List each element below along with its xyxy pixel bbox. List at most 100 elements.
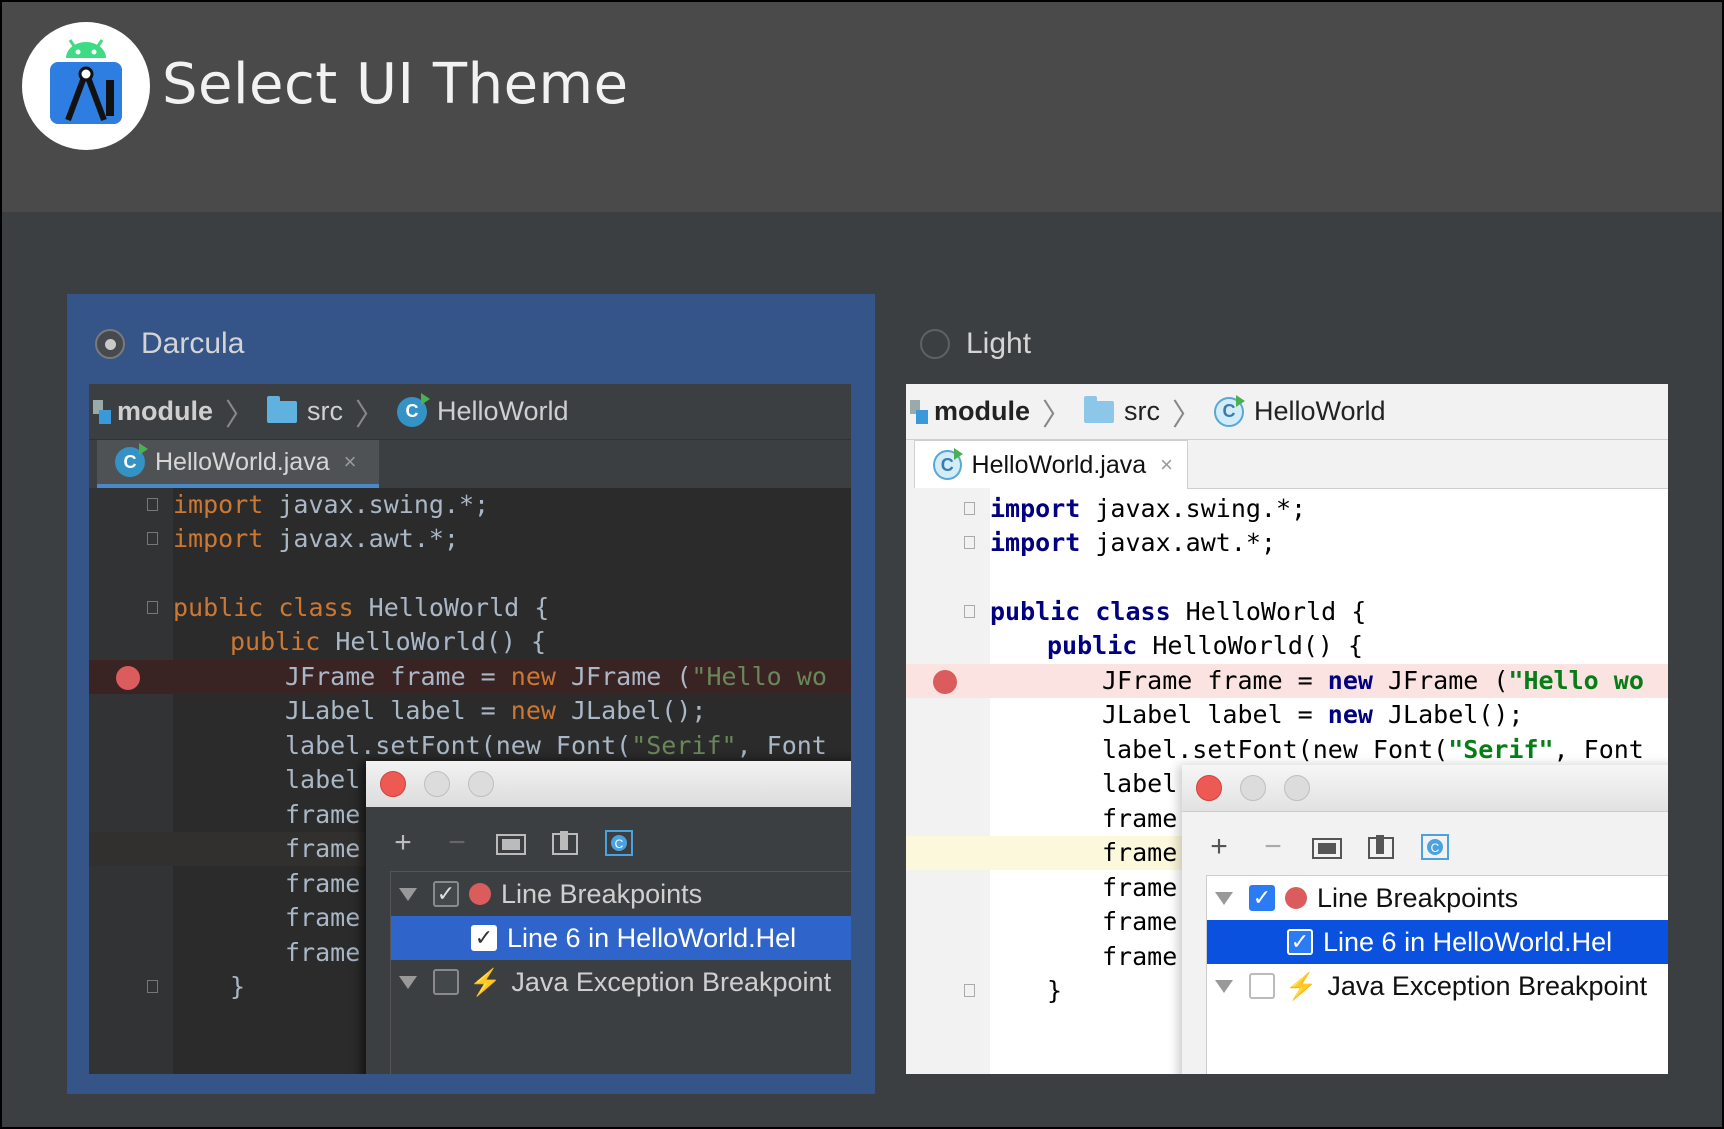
tree-row-label: Line 6 in HelloWorld.Hel: [507, 922, 797, 953]
chevron-right-icon: 〉: [1042, 398, 1073, 432]
code-line-breakpoint: JFrame frame = new JFrame ("Hello wo: [906, 664, 1668, 698]
tab-helloworld-java: C HelloWorld.java ×: [97, 440, 379, 488]
android-studio-logo: [22, 22, 150, 150]
darcula-label[interactable]: Darcula: [141, 327, 244, 361]
checkbox[interactable]: ✓: [1287, 929, 1313, 955]
tree-row-line-breakpoints[interactable]: ✓ Line Breakpoints: [391, 872, 851, 916]
svg-text:C: C: [1431, 841, 1440, 855]
checkbox[interactable]: [433, 969, 459, 995]
fold-icon: [147, 498, 158, 511]
code-line: public HelloWorld() {: [1047, 631, 1364, 660]
module-icon: [910, 399, 928, 424]
tab-label: HelloWorld.java: [971, 450, 1147, 479]
class-icon: C: [933, 448, 963, 480]
close-window-button[interactable]: [1196, 775, 1222, 801]
chevron-right-icon: 〉: [225, 398, 256, 432]
dialog-titlebar: [1182, 765, 1668, 812]
code-line: public HelloWorld() {: [230, 627, 547, 656]
expand-arrow-icon[interactable]: [399, 887, 417, 901]
theme-option-darcula[interactable]: Darcula module 〉 src 〉 C HelloWorld C He…: [67, 294, 875, 1094]
breadcrumb: module 〉 src 〉 C HelloWorld: [89, 384, 851, 440]
minimize-window-button[interactable]: [1240, 775, 1266, 801]
darcula-radio-row[interactable]: Darcula: [95, 324, 244, 364]
maximize-window-button[interactable]: [468, 771, 494, 797]
maximize-window-button[interactable]: [1284, 775, 1310, 801]
group-file-icon[interactable]: [1364, 830, 1398, 864]
page-title: Select UI Theme: [162, 52, 629, 117]
breadcrumb: module 〉 src 〉 C HelloWorld: [906, 384, 1668, 440]
tab-helloworld-java: C HelloWorld.java ×: [914, 440, 1188, 489]
svg-text:C: C: [615, 837, 624, 851]
fold-icon: [964, 502, 975, 515]
remove-icon[interactable]: −: [1256, 830, 1290, 864]
editor-tabbar: C HelloWorld.java ×: [906, 440, 1668, 489]
code-line: JLabel label = new JLabel();: [1102, 700, 1524, 729]
code-line: public class HelloWorld {: [906, 595, 1668, 629]
breakpoint-icon: [469, 883, 491, 905]
tree-row-line6[interactable]: ✓ Line 6 in HelloWorld.Hel: [391, 916, 851, 960]
folder-icon: [267, 395, 298, 423]
light-radio-button[interactable]: [920, 329, 950, 359]
dialog-toolbar: + − C: [1202, 827, 1452, 867]
tree-row-line6[interactable]: ✓ Line 6 in HelloWorld.Hel: [1207, 920, 1668, 964]
remove-icon[interactable]: −: [440, 826, 474, 860]
chevron-right-icon: 〉: [355, 398, 386, 432]
checkbox[interactable]: [1249, 973, 1275, 999]
header: Select UI Theme: [2, 2, 1722, 212]
fold-icon: [964, 605, 975, 618]
tree-row-java-exception[interactable]: ⚡ Java Exception Breakpoint: [1207, 964, 1668, 1008]
breadcrumb-module: module: [934, 396, 1031, 426]
group-class-icon[interactable]: C: [602, 826, 636, 860]
group-file-icon[interactable]: [548, 826, 582, 860]
expand-arrow-icon[interactable]: [399, 975, 417, 989]
darcula-radio-button[interactable]: [95, 329, 125, 359]
breakpoints-tree: ✓ Line Breakpoints ✓ Line 6 in HelloWorl…: [1206, 875, 1668, 1074]
checkbox[interactable]: ✓: [433, 881, 459, 907]
tree-row-line-breakpoints[interactable]: ✓ Line Breakpoints: [1207, 876, 1668, 920]
module-icon: [93, 399, 111, 424]
tree-row-java-exception[interactable]: ⚡ Java Exception Breakpoint: [391, 960, 851, 1004]
expand-arrow-icon[interactable]: [1215, 979, 1233, 993]
code-line: public class HelloWorld {: [89, 591, 851, 625]
fold-icon: [964, 536, 975, 549]
add-icon[interactable]: +: [1202, 830, 1236, 864]
group-folder-icon[interactable]: [1310, 830, 1344, 864]
fold-icon: [964, 984, 975, 997]
checkbox[interactable]: ✓: [1249, 885, 1275, 911]
breadcrumb-class: HelloWorld: [437, 396, 569, 426]
code-line: label.setFont(new Font("Serif", Font: [285, 731, 827, 760]
group-folder-icon[interactable]: [494, 826, 528, 860]
breadcrumb-src: src: [307, 396, 344, 426]
minimize-window-button[interactable]: [424, 771, 450, 797]
dialog-toolbar: + − C: [386, 823, 636, 863]
close-icon: ×: [343, 449, 357, 474]
checkbox[interactable]: ✓: [471, 925, 497, 951]
breadcrumb-module: module: [117, 396, 214, 426]
light-label[interactable]: Light: [966, 327, 1031, 361]
light-radio-row[interactable]: Light: [920, 324, 1031, 364]
class-icon: C: [397, 392, 431, 427]
tab-label: HelloWorld.java: [155, 447, 330, 476]
close-window-button[interactable]: [380, 771, 406, 797]
code-line: JLabel label = new JLabel();: [285, 696, 707, 725]
breadcrumb-src: src: [1124, 396, 1161, 426]
fold-icon: [147, 601, 158, 614]
theme-option-light[interactable]: Light module 〉 src 〉 C HelloWorld C Hell…: [892, 294, 1700, 1094]
tree-row-label: Java Exception Breakpoint: [1327, 970, 1648, 1001]
breakpoint-icon[interactable]: [116, 666, 140, 690]
close-icon: ×: [1160, 452, 1173, 477]
code-line: label.setFont(new Font("Serif", Font: [1102, 735, 1644, 764]
editor-tabbar: C HelloWorld.java ×: [89, 440, 851, 488]
breakpoints-dialog: + − C ✓ Line Breakpoints ✓ Line 6 in Hel…: [366, 761, 851, 1074]
breakpoint-icon[interactable]: [933, 670, 957, 694]
dialog-titlebar: [366, 761, 851, 807]
add-icon[interactable]: +: [386, 826, 420, 860]
code-line: import javax.swing.*;: [89, 488, 851, 522]
class-icon: C: [1214, 394, 1246, 427]
code-line-breakpoint: JFrame frame = new JFrame ("Hello wo: [89, 660, 851, 694]
expand-arrow-icon[interactable]: [1215, 891, 1233, 905]
code-line: import javax.awt.*;: [906, 526, 1668, 560]
class-icon: C: [115, 443, 148, 477]
fold-icon: [147, 532, 158, 545]
group-class-icon[interactable]: C: [1418, 830, 1452, 864]
